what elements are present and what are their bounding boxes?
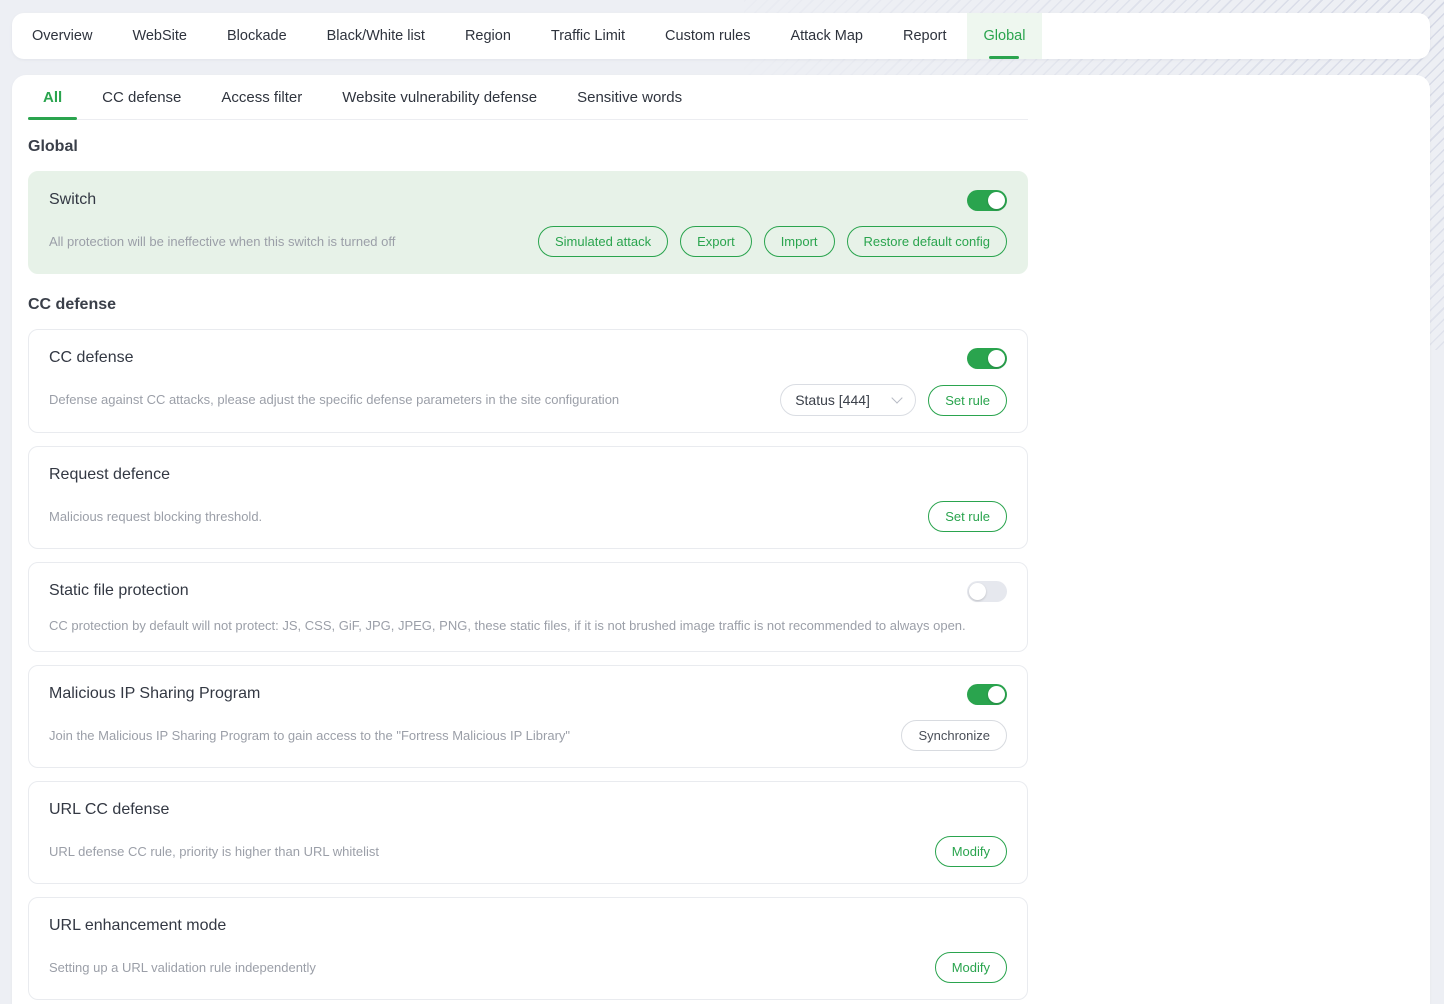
synchronize-button[interactable]: Synchronize — [901, 720, 1007, 751]
toggle-knob — [969, 583, 986, 600]
main-panel: All CC defense Access filter Website vul… — [12, 75, 1430, 1004]
tab-all[interactable]: All — [28, 75, 77, 119]
set-rule-button[interactable]: Set rule — [928, 385, 1007, 416]
card-title: Malicious IP Sharing Program — [49, 685, 260, 703]
import-button[interactable]: Import — [764, 226, 835, 257]
global-switch-toggle[interactable] — [967, 190, 1007, 211]
cc-defense-toggle[interactable] — [967, 348, 1007, 369]
card-title: Switch — [49, 191, 96, 209]
set-rule-button[interactable]: Set rule — [928, 501, 1007, 532]
toggle-knob — [988, 192, 1005, 209]
section-heading-cc-defense: CC defense — [28, 296, 1028, 314]
status-select[interactable]: Status [444] — [780, 384, 916, 416]
nav-tab-report[interactable]: Report — [883, 13, 967, 59]
tab-cc-defense[interactable]: CC defense — [87, 75, 196, 119]
malicious-ip-sharing-toggle[interactable] — [967, 684, 1007, 705]
card-url-enhancement-mode: URL enhancement mode Setting up a URL va… — [28, 897, 1028, 1000]
card-description: Malicious request blocking threshold. — [49, 508, 282, 526]
nav-tab-global[interactable]: Global — [967, 13, 1043, 59]
restore-default-config-button[interactable]: Restore default config — [847, 226, 1007, 257]
tab-website-vulnerability-defense[interactable]: Website vulnerability defense — [327, 75, 552, 119]
static-file-protection-toggle[interactable] — [967, 581, 1007, 602]
status-select-value: Status [444] — [795, 392, 870, 408]
card-title: URL enhancement mode — [49, 917, 226, 935]
card-title: URL CC defense — [49, 801, 169, 819]
card-url-cc-defense: URL CC defense URL defense CC rule, prio… — [28, 781, 1028, 884]
nav-tab-overview[interactable]: Overview — [12, 13, 112, 59]
tab-access-filter[interactable]: Access filter — [206, 75, 317, 119]
nav-tab-blockade[interactable]: Blockade — [207, 13, 307, 59]
card-title: CC defense — [49, 349, 134, 367]
toggle-knob — [988, 350, 1005, 367]
tab-sensitive-words[interactable]: Sensitive words — [562, 75, 697, 119]
card-static-file-protection: Static file protection CC protection by … — [28, 562, 1028, 652]
nav-tab-website[interactable]: WebSite — [112, 13, 207, 59]
card-description: URL defense CC rule, priority is higher … — [49, 843, 399, 861]
card-request-defence: Request defence Malicious request blocki… — [28, 446, 1028, 549]
simulated-attack-button[interactable]: Simulated attack — [538, 226, 668, 257]
card-title: Request defence — [49, 466, 170, 484]
chevron-down-icon — [892, 392, 903, 403]
toggle-knob — [988, 686, 1005, 703]
section-heading-global: Global — [28, 138, 1028, 156]
card-description: All protection will be ineffective when … — [49, 233, 415, 251]
nav-tab-region[interactable]: Region — [445, 13, 531, 59]
nav-tab-attack-map[interactable]: Attack Map — [770, 13, 883, 59]
card-switch: Switch All protection will be ineffectiv… — [28, 171, 1028, 274]
export-button[interactable]: Export — [680, 226, 752, 257]
card-description: Setting up a URL validation rule indepen… — [49, 959, 336, 977]
nav-tab-custom-rules[interactable]: Custom rules — [645, 13, 770, 59]
card-description: Defense against CC attacks, please adjus… — [49, 391, 639, 409]
modify-button[interactable]: Modify — [935, 952, 1007, 983]
nav-tab-traffic-limit[interactable]: Traffic Limit — [531, 13, 645, 59]
nav-tab-black-white-list[interactable]: Black/White list — [307, 13, 445, 59]
modify-button[interactable]: Modify — [935, 836, 1007, 867]
card-cc-defense: CC defense Defense against CC attacks, p… — [28, 329, 1028, 433]
card-malicious-ip-sharing-program: Malicious IP Sharing Program Join the Ma… — [28, 665, 1028, 768]
card-description: Join the Malicious IP Sharing Program to… — [49, 727, 590, 745]
card-description: CC protection by default will not protec… — [49, 617, 986, 635]
card-title: Static file protection — [49, 582, 189, 600]
sub-tabs: All CC defense Access filter Website vul… — [28, 75, 1028, 120]
top-nav: Overview WebSite Blockade Black/White li… — [12, 13, 1430, 59]
